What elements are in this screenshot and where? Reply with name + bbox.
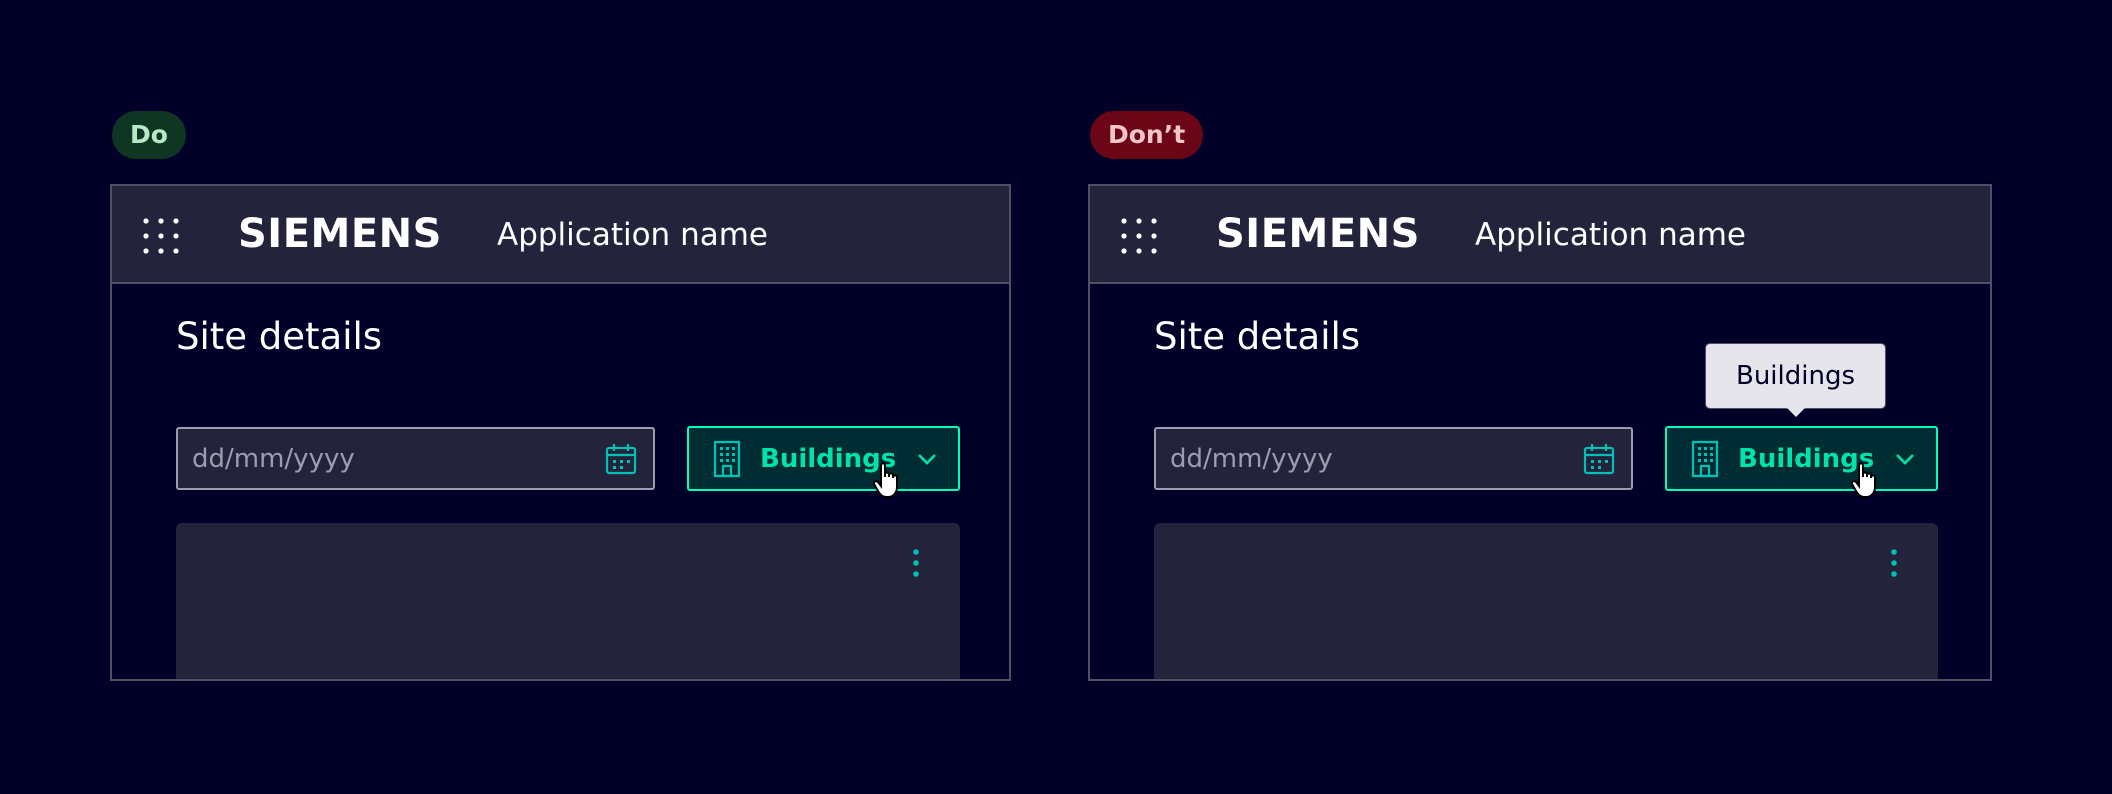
do-example: Do SIEMENS Application name Site details… (110, 0, 1015, 794)
buildings-button[interactable]: Buildings (687, 426, 960, 491)
app-frame: SIEMENS Application name Site details Bu… (1088, 184, 1992, 681)
content-card (176, 523, 960, 679)
building-icon (1691, 440, 1719, 478)
application-name: Application name (1475, 217, 1746, 253)
chevron-down-icon (1896, 454, 1914, 465)
hand-cursor-icon (872, 462, 898, 498)
page-title: Site details (1154, 315, 1361, 358)
siemens-logo: SIEMENS (238, 211, 442, 257)
apps-icon[interactable] (1120, 217, 1158, 255)
kebab-menu-icon[interactable] (912, 548, 920, 578)
page-title: Site details (176, 315, 383, 358)
calendar-icon[interactable] (604, 442, 638, 476)
date-input[interactable]: dd/mm/yyyy (176, 427, 655, 490)
siemens-logo: SIEMENS (1216, 211, 1420, 257)
calendar-icon[interactable] (1582, 442, 1616, 476)
tooltip-text: Buildings (1735, 361, 1856, 391)
app-frame: SIEMENS Application name Site details dd… (110, 184, 1011, 681)
date-input-placeholder: dd/mm/yyyy (1170, 444, 1333, 474)
kebab-menu-icon[interactable] (1890, 548, 1898, 578)
do-badge: Do (112, 111, 186, 159)
tooltip-arrow (1785, 406, 1807, 417)
application-name: Application name (497, 217, 768, 253)
hand-cursor-icon (1850, 462, 1876, 498)
date-input-placeholder: dd/mm/yyyy (192, 444, 355, 474)
chevron-down-icon (918, 454, 936, 465)
app-header: SIEMENS Application name (1090, 186, 1990, 284)
app-header: SIEMENS Application name (112, 186, 1009, 284)
building-icon (713, 440, 741, 478)
content-card (1154, 523, 1938, 679)
date-input[interactable]: dd/mm/yyyy (1154, 427, 1633, 490)
dont-example: Don’t SIEMENS Application name Site deta… (1088, 0, 1993, 794)
apps-icon[interactable] (142, 217, 180, 255)
buildings-button[interactable]: Buildings (1665, 426, 1938, 491)
buildings-tooltip: Buildings (1706, 344, 1885, 417)
dont-badge: Don’t (1090, 111, 1204, 159)
